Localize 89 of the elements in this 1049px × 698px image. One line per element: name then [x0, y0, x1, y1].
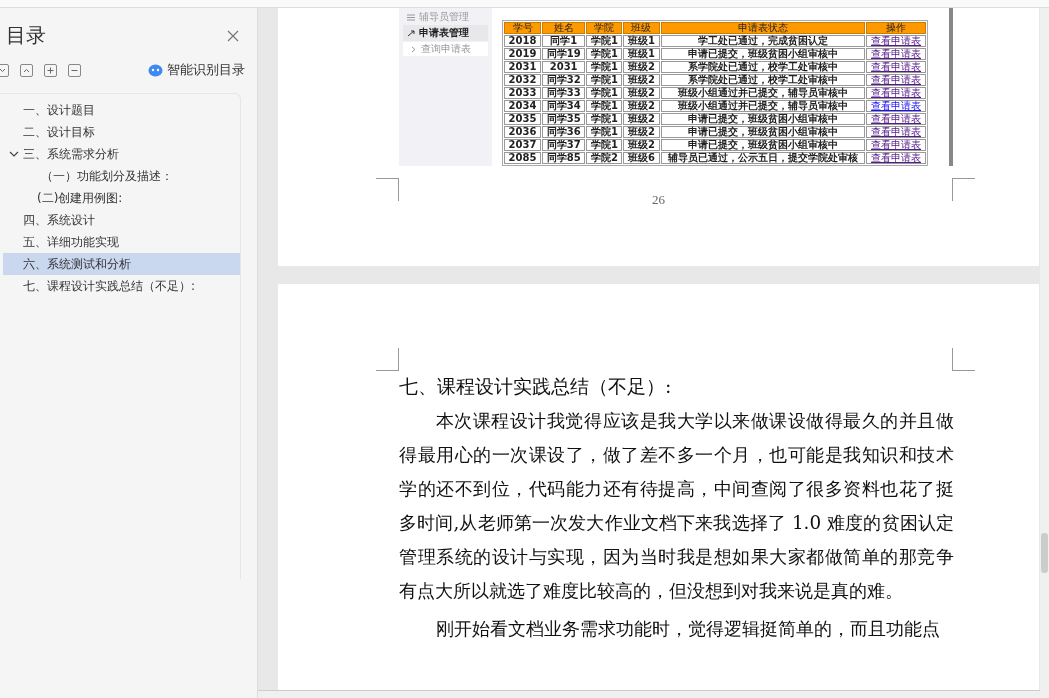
table-cell: 班级6	[623, 152, 660, 164]
column-header: 姓名	[542, 22, 586, 34]
table-cell: 申请已提交，班级贫困小组审核中	[660, 126, 866, 138]
table-cell: 2031	[542, 61, 586, 73]
toc-item[interactable]: 五、详细功能实现	[3, 231, 240, 253]
table-cell: 班级2	[623, 61, 660, 73]
plus-icon[interactable]	[44, 63, 57, 77]
table-cell: 2085	[504, 152, 541, 164]
robot-icon	[148, 63, 163, 77]
table-cell: 同学32	[542, 74, 586, 86]
scrollbar[interactable]	[258, 690, 1040, 698]
crop-mark	[376, 178, 399, 201]
table-cell: 班级2	[623, 74, 660, 86]
table-cell: 学院1	[586, 139, 623, 151]
table-cell: 班级2	[623, 113, 660, 125]
table-cell: 学工处已通过，完成贫困认定	[660, 35, 866, 47]
table-cell: 班级2	[623, 87, 660, 99]
table-cell: 班级2	[623, 100, 660, 112]
table-cell: 系学院处已通过，校学工处审核中	[660, 74, 866, 86]
table-cell: 2032	[504, 74, 541, 86]
toc-item[interactable]: 四、系统设计	[3, 209, 240, 231]
table-cell: 班级小组通过并已提交，辅导员审核中	[660, 100, 866, 112]
table-cell: 2034	[504, 100, 541, 112]
table-cell: 班级2	[623, 126, 660, 138]
table-cell: 同学33	[542, 87, 586, 99]
menu-item[interactable]: 申请表管理	[403, 25, 488, 41]
column-header: 操作	[866, 22, 926, 34]
toc-item[interactable]: 二、设计目标	[3, 121, 240, 143]
table-cell: 2037	[504, 139, 541, 151]
scrollbar[interactable]	[1040, 8, 1049, 698]
menu-label: 查询申请表	[421, 42, 471, 56]
chevron-icon[interactable]	[9, 149, 19, 159]
table-cell: 同学19	[542, 48, 586, 60]
table-cell: 申请已提交，班级贫困小组审核中	[660, 48, 866, 60]
table-cell: 2036	[504, 126, 541, 138]
column-header: 申请表状态	[660, 22, 866, 34]
table-cell: 系学院处已通过，校学工处审核中	[660, 61, 866, 73]
table-cell: 申请已提交，班级贫困小组审核中	[660, 139, 866, 151]
paragraph: 本次课程设计我觉得应该是我大学以来做课设做得最久的并且做得最用心的一次课设了，做了差不多一个月，也可能是我知识和技术学的还不到位，代码能力还有待提高，中间查阅了很多资料也花了挺多时间,从老师第一次发大作业文档下来我选择了 1.0 难度的贫困认定管理系统的设计与实现，因为当时我是想如果大家都做简单的那竞争有点大所以就选了难度比较高的，但没想到对我来说是真的难。	[399, 409, 954, 603]
table-cell: 学院1	[586, 48, 623, 60]
minus-icon[interactable]	[68, 63, 81, 77]
toc-item[interactable]: 一、设计题目	[3, 99, 240, 121]
toc-item[interactable]: 七、课程设计实践总结（不足）:	[3, 275, 240, 297]
section-heading: 七、课程设计实践总结（不足）:	[399, 374, 673, 399]
smart-toc-button[interactable]: 智能识别目录	[148, 61, 245, 79]
table-cell: 同学85	[542, 152, 586, 164]
table-cell: 申请已提交，班级贫困小组审核中	[660, 113, 866, 125]
toc-item[interactable]: 三、系统需求分析	[3, 143, 240, 165]
table-cell: 辅导员已通过，公示五日，提交学院处审核	[660, 152, 866, 164]
crop-mark	[952, 178, 975, 201]
table-cell: 同学35	[542, 113, 586, 125]
table-cell: 学院2	[586, 152, 623, 164]
column-header: 班级	[623, 22, 660, 34]
table-cell: 2031	[504, 61, 541, 73]
table-cell: 班级2	[623, 139, 660, 151]
toc-item[interactable]: (二)创建用例图:	[3, 187, 240, 209]
table-cell: 同学34	[542, 100, 586, 112]
menu-label: 辅导员管理	[419, 10, 469, 24]
table-cell: 2033	[504, 87, 541, 99]
column-header: 学院	[586, 22, 623, 34]
table-cell: 学院1	[586, 126, 623, 138]
close-icon[interactable]	[227, 29, 239, 42]
table-cell: 2035	[504, 113, 541, 125]
panel-title: 目录	[6, 22, 46, 49]
toc-item[interactable]: （一）功能划分及描述：	[3, 165, 240, 187]
table-cell: 学院1	[586, 35, 623, 47]
column-header: 学号	[504, 22, 541, 34]
table-cell: 学院1	[586, 61, 623, 73]
table-cell: 班级1	[623, 48, 660, 60]
table-cell: 同学36	[542, 126, 586, 138]
crop-mark	[952, 348, 975, 371]
menu-label: 申请表管理	[419, 26, 469, 40]
expand-down-icon[interactable]	[0, 63, 9, 77]
table-cell: 同学37	[542, 139, 586, 151]
crop-mark	[376, 348, 399, 371]
table-cell: 学院1	[586, 74, 623, 86]
table-cell: 班级1	[623, 35, 660, 47]
collapse-up-icon[interactable]	[20, 63, 33, 77]
table-cell: 学院1	[586, 100, 623, 112]
table-cell: 班级小组通过并已提交，辅导员审核中	[660, 87, 866, 99]
table-cell: 学院1	[586, 113, 623, 125]
table-cell: 2019	[504, 48, 541, 60]
paragraph: 刚开始看文档业务需求功能时，觉得逻辑挺简单的，而且功能点	[434, 617, 941, 641]
chevron-icon	[411, 45, 417, 53]
table-cell: 同学1	[542, 35, 586, 47]
page-number: 26	[651, 192, 666, 208]
table-cell: 2018	[504, 35, 541, 47]
toc-item[interactable]: 六、系统测试和分析	[3, 253, 240, 275]
table-cell: 学院1	[586, 87, 623, 99]
